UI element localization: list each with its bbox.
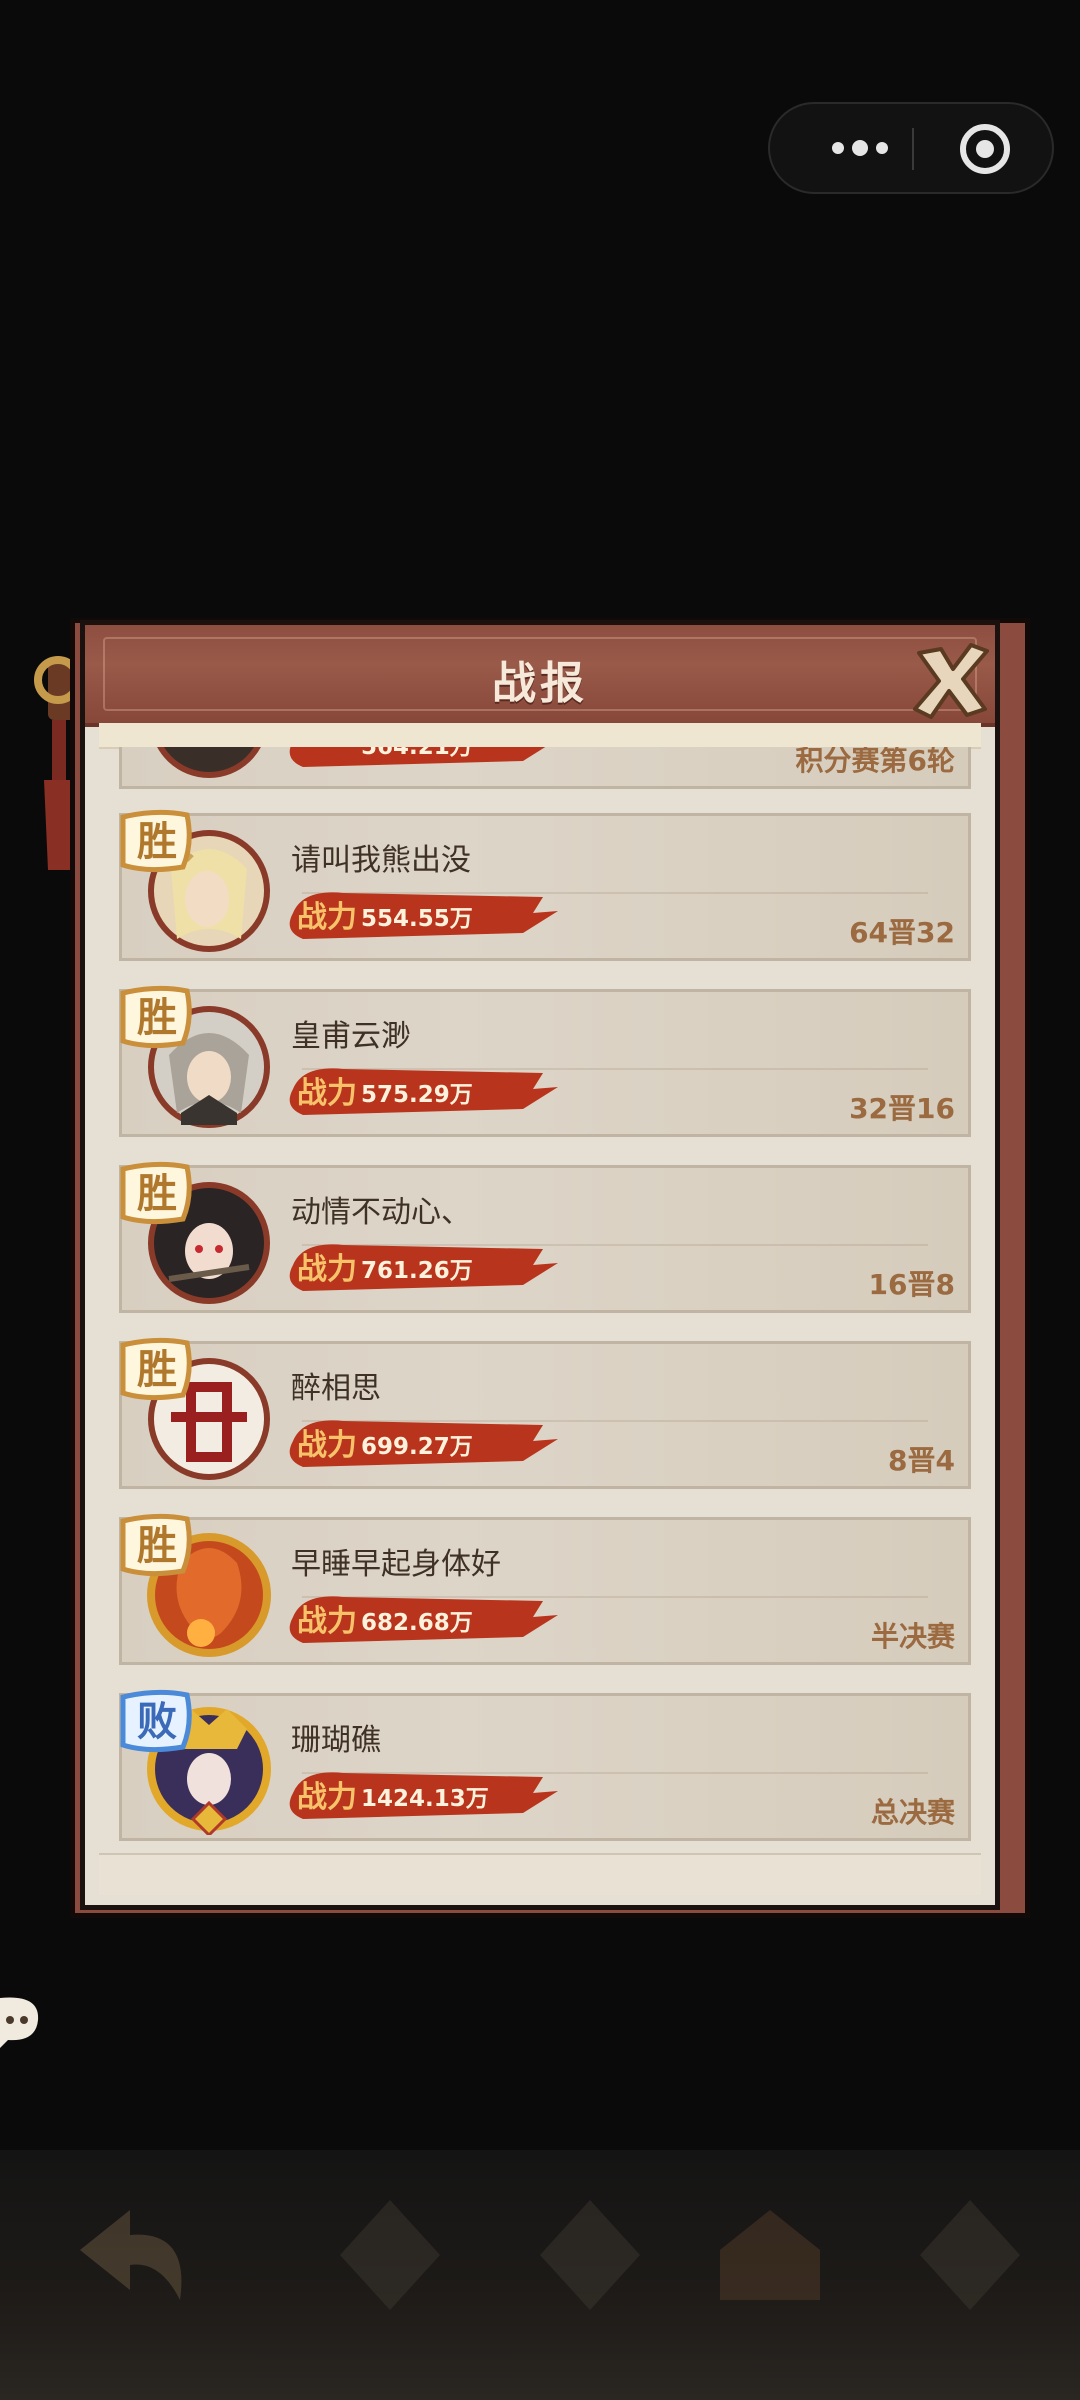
player-name: 醉相思 — [291, 1371, 381, 1406]
round-label: 半决赛 — [870, 1620, 955, 1653]
dot-icon — [876, 142, 888, 154]
power-value: 1424.13万 — [361, 1786, 489, 1812]
menu-building-icon[interactable] — [700, 2180, 840, 2330]
battle-entry[interactable]: 胜 早睡早起身体好 战力 682.68万 半决赛 — [115, 1511, 975, 1665]
svg-text:败: 败 — [137, 1699, 177, 1745]
battle-list[interactable]: 564.21万 积分赛第6轮 胜 请叫我熊出没 战力 554.55万 64晋32 — [115, 747, 975, 1887]
dialog-bottom-trim — [99, 1853, 981, 1895]
power-value: 575.29万 — [361, 1082, 473, 1108]
round-label: 总决赛 — [870, 1796, 955, 1829]
player-name: 珊瑚礁 — [291, 1723, 381, 1758]
battle-entry[interactable]: 胜 动情不动心、 战力 761.26万 16晋8 — [115, 1159, 975, 1313]
svg-text:胜: 胜 — [137, 995, 177, 1041]
win-badge-icon: 胜 — [120, 1337, 192, 1401]
svg-text:胜: 胜 — [137, 1171, 177, 1217]
round-label: 16晋8 — [868, 1268, 955, 1301]
battle-entry[interactable]: 胜 请叫我熊出没 战力 554.55万 64晋32 — [115, 807, 975, 961]
svg-text:胜: 胜 — [137, 1347, 177, 1393]
svg-text:战力: 战力 — [297, 1780, 357, 1815]
menu-diamond-icon[interactable] — [900, 2180, 1040, 2330]
power-value: 564.21万 — [361, 747, 473, 760]
battle-entry[interactable]: 564.21万 积分赛第6轮 — [115, 747, 975, 789]
battle-entry[interactable]: 胜 皇甫云渺 战力 575.29万 32晋16 — [115, 983, 975, 1137]
dot-icon — [852, 140, 868, 156]
battle-entry[interactable]: 胜 醉相思 战力 699.27万 8晋4 — [115, 1335, 975, 1489]
battle-report-dialog: 战报 564.21万 积分赛第6轮 胜 请叫我熊出没 战力 554.55万 64… — [80, 620, 1000, 1910]
back-arrow-icon[interactable] — [60, 2180, 200, 2330]
win-badge-icon: 胜 — [120, 809, 192, 873]
svg-text:战力: 战力 — [297, 1252, 357, 1287]
svg-text:战力: 战力 — [297, 1604, 357, 1639]
battle-entry[interactable]: 败 珊瑚礁 战力 1424.13万 总决赛 — [115, 1687, 975, 1841]
dialog-title: 战报 — [492, 658, 588, 709]
svg-text:战力: 战力 — [297, 1076, 357, 1111]
more-options-button[interactable] — [810, 104, 910, 192]
menu-diamond-icon[interactable] — [320, 2180, 460, 2330]
power-value: 699.27万 — [361, 1434, 473, 1460]
win-badge-icon: 胜 — [120, 1161, 192, 1225]
power-value: 554.55万 — [361, 906, 473, 932]
chat-icon[interactable] — [0, 1990, 42, 2056]
svg-text:战力: 战力 — [297, 1428, 357, 1463]
power-value: 682.68万 — [361, 1610, 473, 1636]
dialog-titlebar: 战报 — [85, 625, 995, 727]
round-label: 8晋4 — [888, 1444, 955, 1477]
dot-icon — [832, 142, 844, 154]
round-label: 积分赛第6轮 — [795, 747, 955, 777]
win-badge-icon: 胜 — [120, 985, 192, 1049]
round-label: 32晋16 — [849, 1092, 955, 1125]
menu-diamond-icon[interactable] — [520, 2180, 660, 2330]
player-name: 请叫我熊出没 — [291, 843, 471, 878]
player-avatar — [157, 747, 261, 778]
player-name: 早睡早起身体好 — [291, 1547, 501, 1582]
capsule-divider — [912, 128, 914, 170]
svg-text:胜: 胜 — [137, 819, 177, 865]
close-miniprogram-icon[interactable] — [958, 122, 1012, 176]
round-label: 64晋32 — [849, 916, 955, 949]
power-value: 761.26万 — [361, 1258, 473, 1284]
loss-badge-icon: 败 — [120, 1689, 192, 1753]
close-icon[interactable] — [905, 635, 995, 725]
player-name: 动情不动心、 — [291, 1195, 471, 1230]
miniprogram-capsule — [768, 102, 1054, 194]
svg-text:战力: 战力 — [297, 900, 357, 935]
svg-text:胜: 胜 — [137, 1523, 177, 1569]
list-top-strip — [99, 723, 981, 749]
win-badge-icon: 胜 — [120, 1513, 192, 1577]
player-name: 皇甫云渺 — [291, 1019, 411, 1054]
